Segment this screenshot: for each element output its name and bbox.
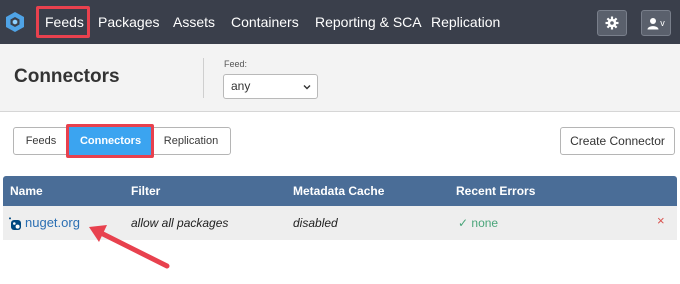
column-header-name[interactable]: Name xyxy=(10,176,43,206)
connector-recent-errors: ✓ none xyxy=(458,216,499,230)
connector-metadata-cache: disabled xyxy=(293,216,338,230)
connectors-tab-highlight-box xyxy=(66,124,154,158)
user-caret: v xyxy=(660,18,665,28)
gear-icon xyxy=(605,16,619,30)
user-menu-button[interactable]: v xyxy=(641,10,671,36)
proget-logo-icon[interactable] xyxy=(4,11,26,33)
feed-filter-value: any xyxy=(231,79,251,93)
nav-replication[interactable]: Replication xyxy=(431,0,500,44)
user-icon xyxy=(647,17,659,29)
nav-reporting-sca[interactable]: Reporting & SCA xyxy=(315,0,422,44)
page-header: Connectors Feed: any xyxy=(0,44,680,112)
create-connector-button[interactable]: Create Connector xyxy=(560,127,675,155)
tab-feeds[interactable]: Feeds xyxy=(13,127,69,155)
column-header-recent-errors[interactable]: Recent Errors xyxy=(456,176,535,206)
feeds-highlight-box xyxy=(36,6,90,38)
nav-packages[interactable]: Packages xyxy=(98,0,159,44)
column-header-filter[interactable]: Filter xyxy=(131,176,160,206)
connectors-table-header: Name Filter Metadata Cache Recent Errors xyxy=(3,176,677,206)
chevron-down-icon xyxy=(303,85,311,90)
nav-assets[interactable]: Assets xyxy=(173,0,215,44)
delete-connector-icon[interactable]: × xyxy=(657,206,665,236)
top-navigation-bar: Feeds Packages Assets Containers Reporti… xyxy=(0,0,680,44)
feed-filter-select[interactable]: any xyxy=(223,74,318,99)
settings-button[interactable] xyxy=(597,10,627,36)
nuget-icon xyxy=(9,217,21,230)
tab-replication[interactable]: Replication xyxy=(151,127,231,155)
annotation-arrow-icon xyxy=(89,225,170,269)
connector-name-link[interactable]: nuget.org xyxy=(25,206,80,240)
nav-containers[interactable]: Containers xyxy=(231,0,299,44)
column-header-metadata-cache[interactable]: Metadata Cache xyxy=(293,176,384,206)
page-title: Connectors xyxy=(14,66,120,87)
feed-filter-label: Feed: xyxy=(224,59,248,69)
header-divider xyxy=(203,58,204,98)
